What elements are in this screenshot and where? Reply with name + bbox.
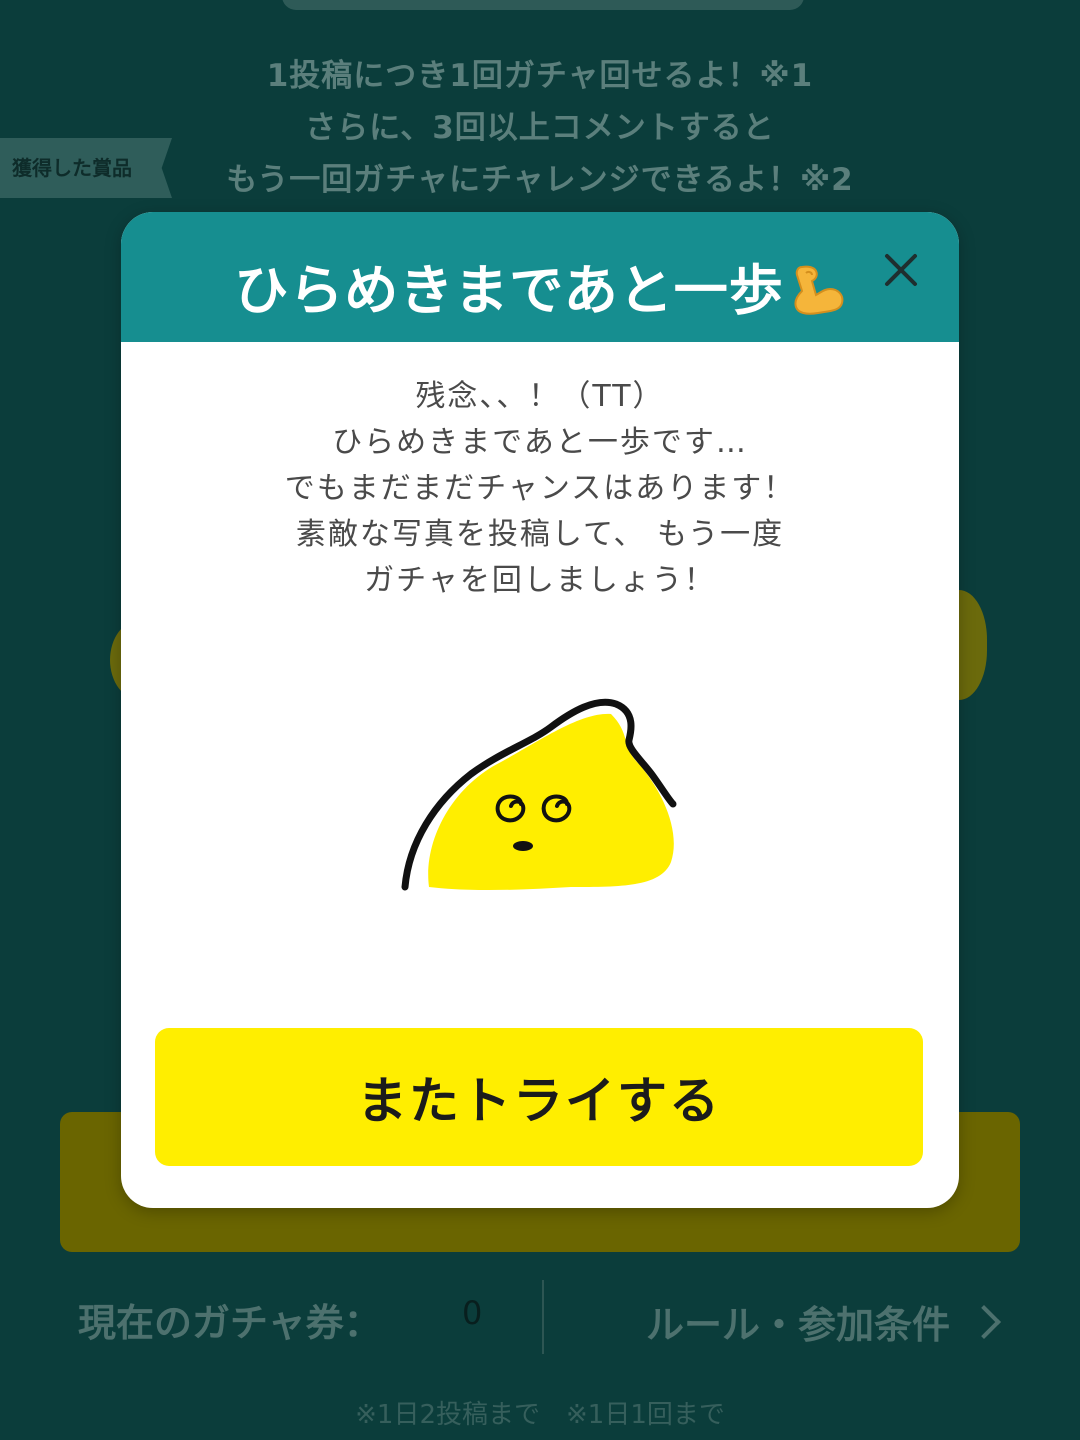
- modal-title-text: ひらめきまであと一歩: [234, 259, 784, 322]
- try-again-button[interactable]: またトライする: [155, 1028, 923, 1166]
- dizzy-yellow-blob-character-icon: [391, 682, 691, 902]
- message-line-4: 素敵な写真を投稿して、 もう一度: [295, 517, 785, 552]
- prize-history-tab[interactable]: 獲得した賞品: [0, 138, 172, 198]
- modal-message: 残念、、！（TT） ひらめきまであと一歩です… でもまだまだチャンスはあります！…: [121, 374, 959, 604]
- close-button[interactable]: [881, 250, 921, 290]
- background-top-bar: [282, 0, 804, 10]
- gacha-ticket-label: 現在のガチャ券：: [78, 1301, 382, 1345]
- chevron-right-icon: [967, 1304, 1001, 1339]
- message-line-1: 残念、、！（TT）: [415, 379, 665, 414]
- result-modal: ひらめきまであと一歩 残念、、！（TT） ひらめきまであと一歩です… でもまだま…: [121, 212, 959, 1208]
- footnote: ※1日2投稿まで ※1日1回まで: [355, 1400, 725, 1430]
- intro-line-1: 1投稿につき1回ガチャ回せるよ！※1: [266, 58, 814, 94]
- rules-link-label: ルール・参加条件: [646, 1303, 951, 1347]
- background-gacha-button-label: [360, 1205, 720, 1245]
- modal-title: ひらめきまであと一歩: [121, 246, 959, 328]
- close-icon: [885, 254, 917, 286]
- message-line-2: ひらめきまであと一歩です…: [332, 425, 748, 460]
- gacha-ticket-count: 0: [462, 1294, 483, 1332]
- rules-conditions-link[interactable]: ルール・参加条件: [646, 1294, 1001, 1349]
- message-line-5: ガチャを回しましょう！: [364, 563, 716, 598]
- message-line-3: でもまだまだチャンスはあります！: [284, 471, 796, 506]
- flexed-biceps-icon: [788, 261, 846, 328]
- modal-header: ひらめきまであと一歩: [121, 212, 959, 342]
- divider: [542, 1280, 544, 1354]
